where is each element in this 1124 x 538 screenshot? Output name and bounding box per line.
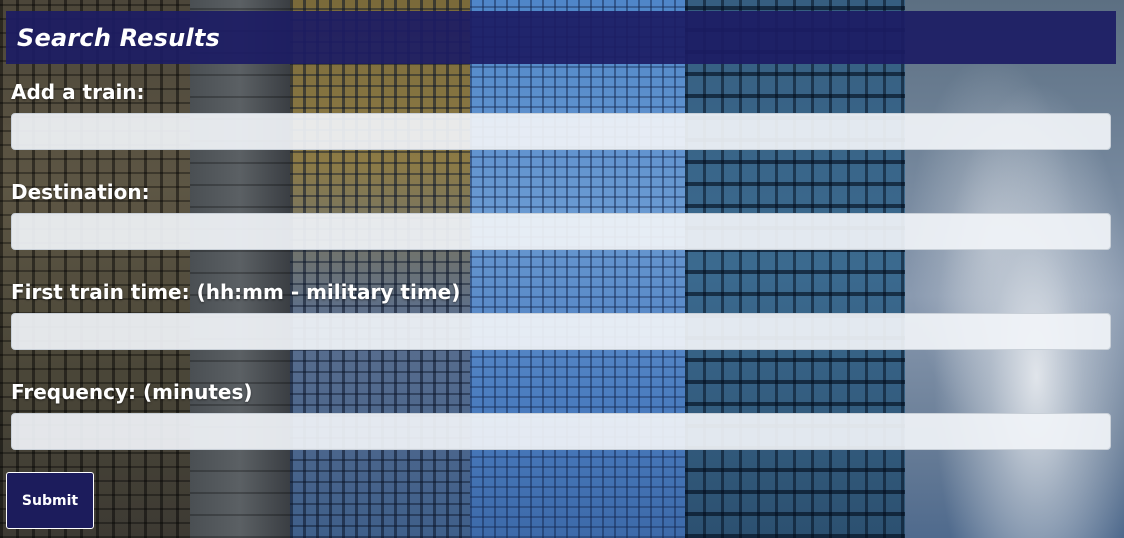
frequency-input[interactable]: [11, 413, 1111, 450]
first-train-time-input[interactable]: [11, 313, 1111, 350]
destination-label: Destination:: [11, 180, 150, 204]
train-name-input[interactable]: [11, 113, 1111, 150]
frequency-label: Frequency: (minutes): [11, 380, 253, 404]
header-title: Search Results: [17, 23, 220, 52]
submit-button[interactable]: Submit: [6, 472, 94, 529]
train-name-label: Add a train:: [11, 80, 145, 104]
train-form-panel: Search Results Add a train: Destination:…: [0, 0, 1124, 538]
destination-input[interactable]: [11, 213, 1111, 250]
first-train-time-label: First train time: (hh:mm - military time…: [11, 280, 461, 304]
results-header: Search Results: [6, 11, 1116, 64]
